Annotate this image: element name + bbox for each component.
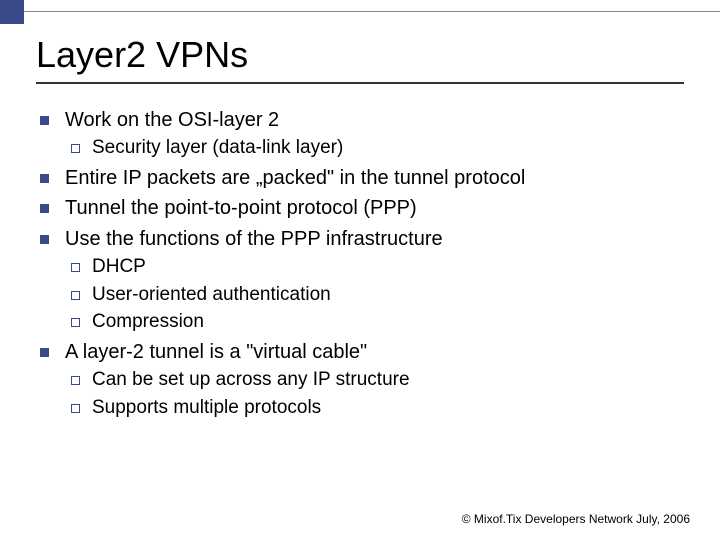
accent-square-icon <box>0 0 24 24</box>
square-bullet-icon <box>40 235 49 244</box>
hollow-square-bullet-icon <box>71 263 80 272</box>
bullet-item: A layer-2 tunnel is a "virtual cable"Can… <box>40 338 684 421</box>
bullet-text: Use the functions of the PPP infrastruct… <box>65 225 684 253</box>
sub-bullet-item: Security layer (data-link layer) <box>71 134 684 162</box>
sub-bullet-item: DHCP <box>71 253 684 281</box>
sub-bullet-text: Compression <box>92 308 204 336</box>
bullet-text: Entire IP packets are „packed" in the tu… <box>65 164 684 192</box>
sub-bullet-text: Can be set up across any IP structure <box>92 366 410 394</box>
hollow-square-bullet-icon <box>71 144 80 153</box>
sub-bullet-list: Security layer (data-link layer) <box>65 134 684 162</box>
sub-bullet-list: DHCPUser-oriented authenticationCompress… <box>65 253 684 336</box>
sub-bullet-text: User-oriented authentication <box>92 281 331 309</box>
slide-content: Work on the OSI-layer 2Security layer (d… <box>36 106 684 421</box>
bullet-body: A layer-2 tunnel is a "virtual cable"Can… <box>65 338 684 421</box>
sub-bullet-item: User-oriented authentication <box>71 281 684 309</box>
bullet-body: Work on the OSI-layer 2Security layer (d… <box>65 106 684 162</box>
bullet-text: Tunnel the point-to-point protocol (PPP) <box>65 194 684 222</box>
square-bullet-icon <box>40 204 49 213</box>
sub-bullet-text: Security layer (data-link layer) <box>92 134 343 162</box>
square-bullet-icon <box>40 174 49 183</box>
footer-copyright: © Mixof.Tix Developers Network July, 200… <box>462 512 690 526</box>
bullet-item: Entire IP packets are „packed" in the tu… <box>40 164 684 192</box>
bullet-item: Use the functions of the PPP infrastruct… <box>40 225 684 336</box>
bullet-text: Work on the OSI-layer 2 <box>65 106 684 134</box>
bullet-item: Tunnel the point-to-point protocol (PPP) <box>40 194 684 222</box>
accent-line <box>24 0 720 12</box>
slide-body: Layer2 VPNs Work on the OSI-layer 2Secur… <box>36 34 684 520</box>
hollow-square-bullet-icon <box>71 376 80 385</box>
sub-bullet-item: Can be set up across any IP structure <box>71 366 684 394</box>
sub-bullet-item: Compression <box>71 308 684 336</box>
bullet-body: Use the functions of the PPP infrastruct… <box>65 225 684 336</box>
bullet-body: Tunnel the point-to-point protocol (PPP) <box>65 194 684 222</box>
sub-bullet-text: DHCP <box>92 253 146 281</box>
top-accent-bar <box>0 0 720 26</box>
hollow-square-bullet-icon <box>71 291 80 300</box>
bullet-body: Entire IP packets are „packed" in the tu… <box>65 164 684 192</box>
hollow-square-bullet-icon <box>71 404 80 413</box>
sub-bullet-item: Supports multiple protocols <box>71 394 684 422</box>
bullet-item: Work on the OSI-layer 2Security layer (d… <box>40 106 684 162</box>
square-bullet-icon <box>40 348 49 357</box>
sub-bullet-list: Can be set up across any IP structureSup… <box>65 366 684 421</box>
bullet-list: Work on the OSI-layer 2Security layer (d… <box>40 106 684 421</box>
square-bullet-icon <box>40 116 49 125</box>
slide-title: Layer2 VPNs <box>36 34 684 84</box>
hollow-square-bullet-icon <box>71 318 80 327</box>
bullet-text: A layer-2 tunnel is a "virtual cable" <box>65 338 684 366</box>
sub-bullet-text: Supports multiple protocols <box>92 394 321 422</box>
